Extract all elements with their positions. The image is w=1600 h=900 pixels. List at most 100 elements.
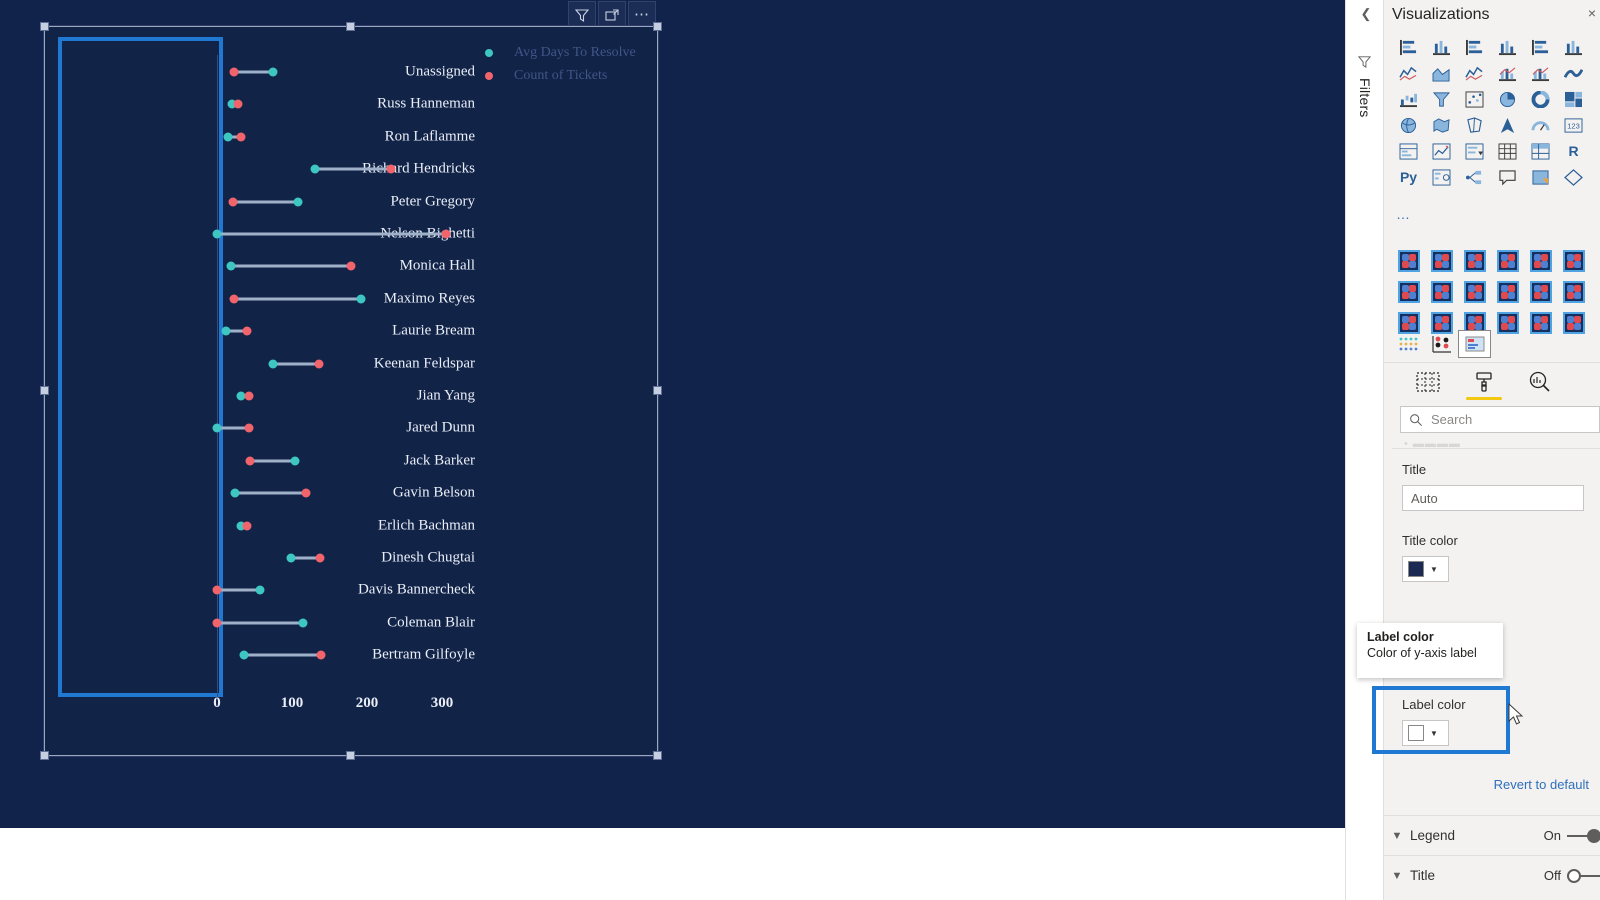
more-options-icon[interactable]: ⋯ <box>628 0 656 29</box>
y-axis-category-label[interactable]: Laurie Bream <box>245 323 475 340</box>
legend-toggle[interactable] <box>1567 828 1600 843</box>
stacked-area-chart-icon[interactable] <box>1458 60 1491 86</box>
matrix-icon[interactable] <box>1524 138 1557 164</box>
data-point-ticket-count[interactable] <box>316 650 325 660</box>
data-point-ticket-count[interactable] <box>242 326 252 336</box>
paginated-report-icon[interactable] <box>1557 164 1590 190</box>
data-point-avg-days[interactable] <box>310 164 319 174</box>
visual-type-gallery[interactable]: 123 R Py <box>1384 34 1600 190</box>
data-point-avg-days[interactable] <box>268 359 277 369</box>
y-axis-category-label[interactable]: Dinesh Chugtai <box>245 550 475 567</box>
cluster-visual-icon[interactable] <box>1425 330 1458 358</box>
data-point-avg-days[interactable] <box>268 67 278 77</box>
data-point-ticket-count[interactable] <box>315 553 325 563</box>
dumbbell-connector[interactable] <box>230 264 351 268</box>
dumbbell-connector[interactable] <box>217 232 446 236</box>
y-axis-category-label[interactable]: Jared Dunn <box>245 420 475 437</box>
filters-rail[interactable]: ❮ Filters <box>1346 0 1384 900</box>
custom-visual-icon[interactable] <box>1392 245 1425 276</box>
data-point-avg-days[interactable] <box>212 423 222 433</box>
custom-visual-icon[interactable] <box>1458 276 1491 307</box>
custom-visual-icon[interactable] <box>1557 307 1590 338</box>
dumbbell-connector[interactable] <box>233 297 361 301</box>
y-axis-category-label[interactable]: Unassigned <box>245 64 475 81</box>
decomposition-tree-icon[interactable] <box>1458 164 1491 190</box>
section-legend[interactable]: ▼ Legend On <box>1384 815 1600 855</box>
multi-row-card-icon[interactable] <box>1392 138 1425 164</box>
section-title[interactable]: ▼ Title Off <box>1384 855 1600 895</box>
more-visual-types-button[interactable]: … <box>1396 206 1412 222</box>
custom-visual-gallery-row2[interactable] <box>1392 330 1491 358</box>
analytics-tab[interactable] <box>1512 365 1568 399</box>
data-point-ticket-count[interactable] <box>244 391 254 401</box>
custom-visual-icon[interactable] <box>1491 276 1524 307</box>
filled-map-icon[interactable] <box>1425 112 1458 138</box>
data-point-ticket-count[interactable] <box>228 197 238 207</box>
data-point-avg-days[interactable] <box>239 650 249 660</box>
custom-visual-gallery[interactable] <box>1384 245 1600 338</box>
card-icon[interactable]: 123 <box>1557 112 1590 138</box>
custom-visual-icon[interactable] <box>1392 276 1425 307</box>
map-icon[interactable] <box>1392 112 1425 138</box>
r-script-visual-icon[interactable]: R <box>1557 138 1590 164</box>
100-stacked-bar-chart-icon[interactable] <box>1524 34 1557 60</box>
data-point-avg-days[interactable] <box>221 326 231 336</box>
focus-mode-icon[interactable] <box>598 0 626 29</box>
data-point-ticket-count[interactable] <box>441 229 451 239</box>
dumbbell-chart-visual[interactable]: Avg Days To Resolve Count of Tickets Unas… <box>40 22 662 760</box>
stacked-column-chart-icon[interactable] <box>1425 34 1458 60</box>
custom-visual-icon[interactable] <box>1425 245 1458 276</box>
search-input[interactable]: Search <box>1400 406 1600 433</box>
data-point-avg-days[interactable] <box>356 294 366 304</box>
legend-item[interactable]: Avg Days To Resolve <box>485 41 636 64</box>
arcgis-map-icon[interactable] <box>1491 112 1524 138</box>
donut-chart-icon[interactable] <box>1524 86 1557 112</box>
line-clustered-column-chart-icon[interactable] <box>1524 60 1557 86</box>
y-axis-category-label[interactable]: Russ Hanneman <box>245 96 475 113</box>
dumbbell-connector[interactable] <box>235 491 306 495</box>
data-point-avg-days[interactable] <box>223 132 233 142</box>
data-point-ticket-count[interactable] <box>229 67 238 77</box>
custom-visual-icon[interactable] <box>1524 307 1557 338</box>
fields-tab[interactable] <box>1400 365 1456 399</box>
chart-plot-area[interactable]: Avg Days To Resolve Count of Tickets Unas… <box>45 27 657 755</box>
format-tab[interactable] <box>1456 365 1512 400</box>
ribbon-chart-icon[interactable] <box>1557 60 1590 86</box>
data-point-ticket-count[interactable] <box>314 359 324 369</box>
y-axis-category-label[interactable]: Ron Laflamme <box>245 128 475 145</box>
y-axis-category-label[interactable]: Jian Yang <box>245 388 475 405</box>
data-point-avg-days[interactable] <box>255 585 265 595</box>
data-point-avg-days[interactable] <box>226 261 235 271</box>
clustered-column-chart-icon[interactable] <box>1491 34 1524 60</box>
smart-narrative-icon[interactable] <box>1524 164 1557 190</box>
table-icon[interactable] <box>1491 138 1524 164</box>
dumbbell-connector[interactable] <box>250 459 295 463</box>
custom-visual-icon[interactable] <box>1557 276 1590 307</box>
legend-item[interactable]: Count of Tickets <box>485 64 636 87</box>
waterfall-chart-icon[interactable] <box>1392 86 1425 112</box>
slicer-icon[interactable] <box>1458 138 1491 164</box>
data-point-avg-days[interactable] <box>298 618 308 628</box>
scatter-chart-icon[interactable] <box>1458 86 1491 112</box>
pie-chart-icon[interactable] <box>1491 86 1524 112</box>
data-point-ticket-count[interactable] <box>242 521 252 531</box>
area-chart-icon[interactable] <box>1425 60 1458 86</box>
filter-icon[interactable] <box>568 0 596 29</box>
funnel-chart-icon[interactable] <box>1425 86 1458 112</box>
dumbbell-connector[interactable] <box>217 621 304 625</box>
kpi-icon[interactable] <box>1425 138 1458 164</box>
custom-visual-icon[interactable] <box>1557 245 1590 276</box>
chevron-left-icon[interactable]: ❮ <box>1356 4 1376 24</box>
data-point-avg-days[interactable] <box>230 488 240 498</box>
gauge-icon[interactable] <box>1524 112 1557 138</box>
data-point-avg-days[interactable] <box>286 553 295 563</box>
data-point-avg-days[interactable] <box>290 456 300 466</box>
title-color-picker[interactable]: ▼ <box>1402 556 1449 582</box>
stacked-bar-chart-icon[interactable] <box>1392 34 1425 60</box>
revert-to-default-button[interactable]: Revert to default <box>1384 777 1589 792</box>
data-point-ticket-count[interactable] <box>301 488 310 498</box>
chart-legend[interactable]: Avg Days To Resolve Count of Tickets <box>485 41 636 87</box>
title-toggle[interactable] <box>1567 868 1600 883</box>
data-point-ticket-count[interactable] <box>236 132 246 142</box>
line-stacked-column-chart-icon[interactable] <box>1491 60 1524 86</box>
